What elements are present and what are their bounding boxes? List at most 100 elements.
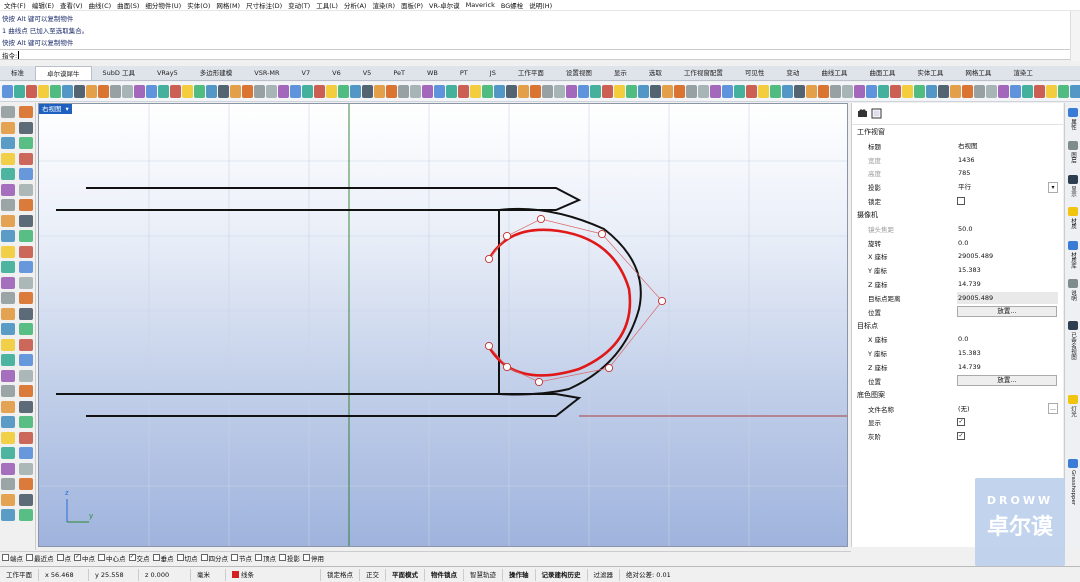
toolbar-tool-icon[interactable]	[986, 85, 997, 98]
toolbar-tool-icon[interactable]	[242, 85, 253, 98]
toolbar-tool-icon[interactable]	[878, 85, 889, 98]
left-tool-icon[interactable]	[19, 276, 33, 289]
toolbar-tab[interactable]: WB	[416, 66, 449, 80]
toolbar-tool-icon[interactable]	[314, 85, 325, 98]
left-tool-icon[interactable]	[19, 230, 33, 242]
osnap-checkbox[interactable]: ✓	[74, 554, 81, 561]
toolbar-tool-icon[interactable]	[230, 85, 241, 98]
toolbar-tool-icon[interactable]	[770, 85, 781, 98]
left-tool-icon[interactable]	[1, 152, 15, 165]
left-tool-icon[interactable]	[1, 338, 15, 351]
show-checkbox[interactable]: ✓	[957, 418, 965, 427]
left-tool-icon[interactable]	[1, 183, 15, 196]
status-filter[interactable]: 过滤器	[588, 568, 620, 581]
toolbar-tool-icon[interactable]	[710, 85, 721, 98]
toolbar-tool-icon[interactable]	[506, 85, 517, 98]
toolbar-tool-icon[interactable]	[146, 85, 157, 98]
left-tool-icon[interactable]	[19, 493, 33, 506]
tgt-x-field[interactable]: 0.0	[957, 333, 1063, 345]
toolbar-tool-icon[interactable]	[854, 85, 865, 98]
toolbar-tab[interactable]: 变动	[775, 66, 810, 80]
toolbar-tool-icon[interactable]	[302, 85, 313, 98]
toolbar-tool-icon[interactable]	[842, 85, 853, 98]
toolbar-tool-icon[interactable]	[278, 85, 289, 98]
toolbar-tool-icon[interactable]	[290, 85, 301, 98]
toolbar-tool-icon[interactable]	[26, 85, 37, 98]
menu-item[interactable]: 文件(F)	[4, 0, 26, 10]
toolbar-tool-icon[interactable]	[482, 85, 493, 98]
toolbar-tool-icon[interactable]	[914, 85, 925, 98]
toolbar-tool-icon[interactable]	[674, 85, 685, 98]
toolbar-tool-icon[interactable]	[410, 85, 421, 98]
toolbar-tab[interactable]: V7	[291, 66, 322, 80]
left-tool-icon[interactable]	[19, 214, 33, 227]
focal-field[interactable]: 50.0	[957, 223, 1063, 235]
side-tab[interactable]: 说明	[1067, 290, 1079, 301]
osnap-option[interactable]: 最近点	[26, 553, 54, 563]
left-tool-icon[interactable]	[1, 416, 15, 428]
osnap-option[interactable]: 节点	[231, 553, 252, 563]
toolbar-tool-icon[interactable]	[530, 85, 541, 98]
toolbar-tool-icon[interactable]	[494, 85, 505, 98]
toolbar-tool-icon[interactable]	[374, 85, 385, 98]
menu-item[interactable]: 分析(A)	[344, 0, 367, 10]
toolbar-tab[interactable]: V5	[352, 66, 383, 80]
left-tool-icon[interactable]	[1, 121, 15, 134]
status-unit[interactable]: 毫米	[191, 568, 226, 581]
toolbar-tool-icon[interactable]	[362, 85, 373, 98]
toolbar-tab[interactable]: 显示	[603, 66, 638, 80]
osnap-checkbox[interactable]	[279, 554, 286, 561]
left-tool-icon[interactable]	[19, 183, 33, 196]
left-tool-icon[interactable]	[1, 385, 15, 397]
left-tool-icon[interactable]	[1, 478, 15, 490]
menu-item[interactable]: 网格(M)	[216, 0, 240, 10]
osnap-checkbox[interactable]	[2, 554, 9, 561]
toolbar-tool-icon[interactable]	[2, 85, 13, 98]
side-tab[interactable]: 属性	[1067, 119, 1079, 130]
command-history-scrollbar[interactable]	[1070, 11, 1080, 61]
toolbar-tool-icon[interactable]	[782, 85, 793, 98]
osnap-option[interactable]: 停用	[303, 553, 324, 563]
toolbar-tool-icon[interactable]	[338, 85, 349, 98]
left-tool-icon[interactable]	[19, 292, 33, 304]
toolbar-tool-icon[interactable]	[74, 85, 85, 98]
toolbar-tool-icon[interactable]	[1070, 85, 1080, 98]
toolbar-tool-icon[interactable]	[614, 85, 625, 98]
menu-item[interactable]: 实体(O)	[187, 0, 210, 10]
osnap-checkbox[interactable]	[56, 554, 64, 561]
toolbar-tab[interactable]: 实体工具	[906, 66, 954, 80]
cam-x-field[interactable]: 29005.489	[957, 250, 1063, 262]
osnap-checkbox[interactable]	[152, 554, 160, 561]
browse-button[interactable]: ...	[1048, 403, 1058, 415]
toolbar-tab[interactable]: JS	[479, 66, 507, 80]
toolbar-tool-icon[interactable]	[926, 85, 937, 98]
osnap-checkbox[interactable]	[98, 554, 105, 561]
side-tab[interactable]: 已命名视图	[1067, 332, 1079, 360]
osnap-option[interactable]: ✓ 中点	[74, 553, 95, 563]
toolbar-tool-icon[interactable]	[638, 85, 649, 98]
toolbar-tool-icon[interactable]	[134, 85, 145, 98]
toolbar-tool-icon[interactable]	[458, 85, 469, 98]
toolbar-tab[interactable]: V6	[321, 66, 352, 80]
osnap-checkbox[interactable]	[176, 554, 184, 561]
toolbar-tool-icon[interactable]	[1058, 85, 1069, 98]
toolbar-tool-icon[interactable]	[326, 85, 337, 98]
toolbar-tool-icon[interactable]	[902, 85, 913, 98]
toolbar-tab[interactable]: 网格工具	[954, 66, 1002, 80]
menu-item[interactable]: 查看(V)	[60, 0, 83, 10]
gray-checkbox[interactable]: ✓	[957, 432, 965, 441]
left-tool-icon[interactable]	[19, 462, 33, 475]
toolbar-tab[interactable]: 选取	[638, 66, 673, 80]
toolbar-tool-icon[interactable]	[518, 85, 529, 98]
left-tool-icon[interactable]	[1, 447, 15, 459]
status-gumball[interactable]: 操作轴	[503, 568, 536, 581]
toolbar-tab[interactable]: SubD 工具	[92, 66, 146, 80]
menu-item[interactable]: 细分物件(U)	[145, 0, 181, 10]
left-tool-icon[interactable]	[19, 354, 33, 366]
camera-icon[interactable]	[857, 108, 868, 119]
toolbar-tool-icon[interactable]	[266, 85, 277, 98]
toolbar-tool-icon[interactable]	[758, 85, 769, 98]
toolbar-tool-icon[interactable]	[110, 85, 121, 98]
side-tab[interactable]: 图层	[1067, 152, 1079, 163]
cam-z-field[interactable]: 14.739	[957, 278, 1063, 290]
